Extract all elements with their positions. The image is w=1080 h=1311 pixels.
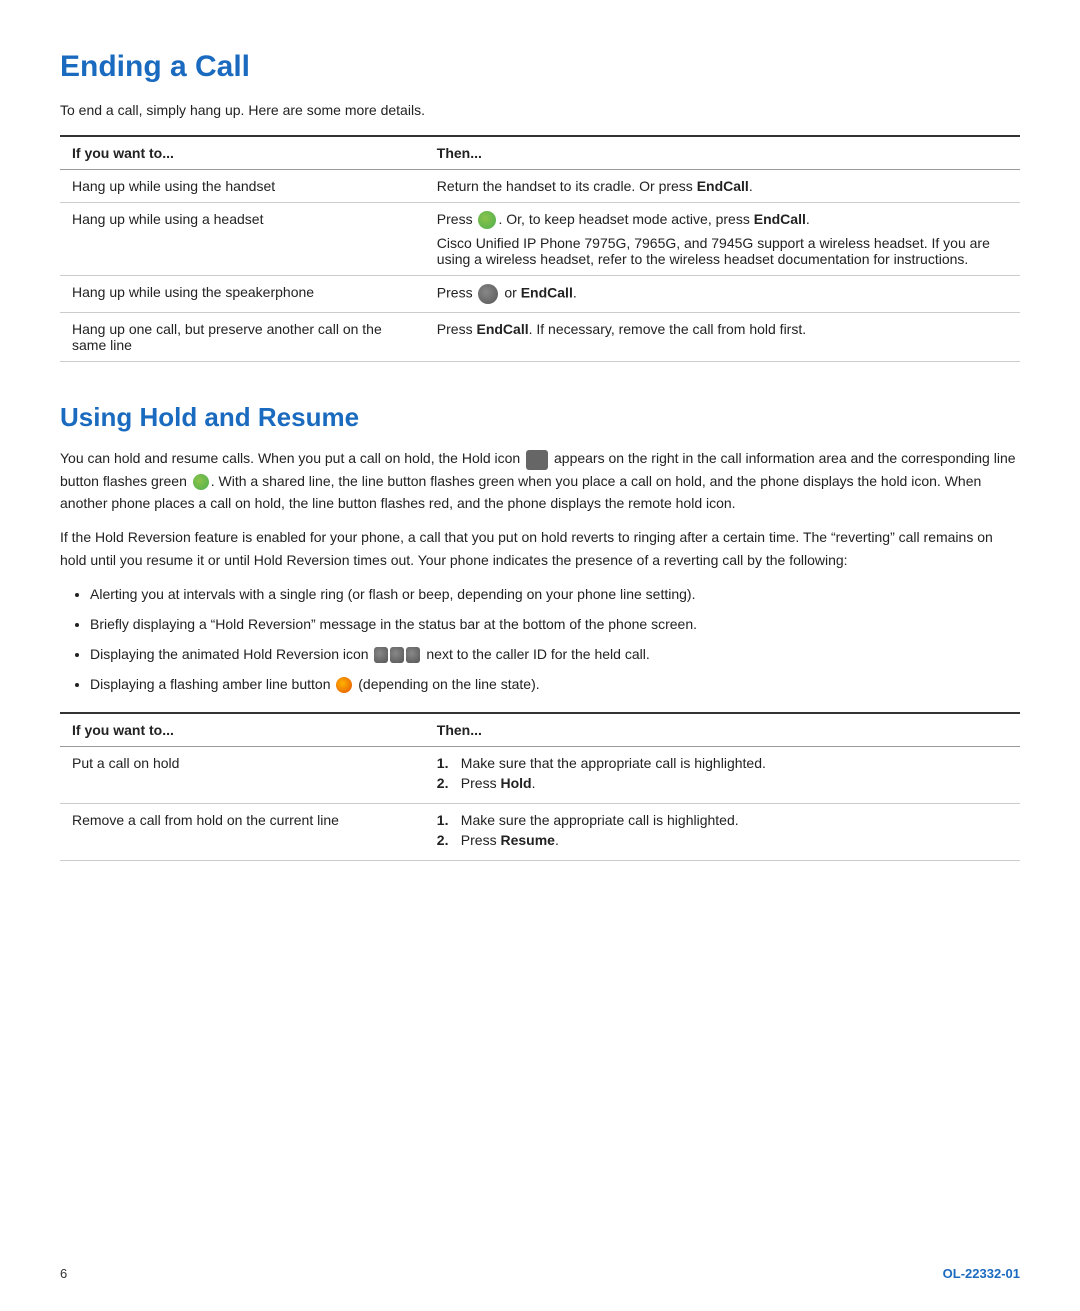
- section2-col2-header: Then...: [425, 713, 1020, 747]
- step-item: 2. Press Hold.: [437, 775, 1008, 791]
- section2-para1: You can hold and resume calls. When you …: [60, 447, 1020, 514]
- table-row: Put a call on hold 1. Make sure that the…: [60, 747, 1020, 804]
- page-footer: 6 OL-22332-01: [60, 1266, 1020, 1281]
- section2-para2: If the Hold Reversion feature is enabled…: [60, 526, 1020, 571]
- step-text: Make sure the appropriate call is highli…: [461, 812, 739, 828]
- row1-col1: Hang up while using the handset: [60, 170, 425, 203]
- section2-table: If you want to... Then... Put a call on …: [60, 712, 1020, 861]
- step-text: Make sure that the appropriate call is h…: [461, 755, 766, 771]
- step-number: 2.: [437, 832, 455, 848]
- headset-icon: [478, 211, 496, 229]
- section2-col1-header: If you want to...: [60, 713, 425, 747]
- list-item: Displaying the animated Hold Reversion i…: [90, 643, 1020, 667]
- row2-col2: Press . Or, to keep headset mode active,…: [425, 203, 1020, 276]
- row3-col2: Press or EndCall.: [425, 276, 1020, 313]
- step-item: 2. Press Resume.: [437, 832, 1008, 848]
- row4-col1: Hang up one call, but preserve another c…: [60, 313, 425, 362]
- row1-col2: Return the handset to its cradle. Or pre…: [425, 170, 1020, 203]
- doc-id: OL-22332-01: [943, 1266, 1020, 1281]
- section1-intro: To end a call, simply hang up. Here are …: [60, 100, 1020, 121]
- table-row: Hang up while using the handset Return t…: [60, 170, 1020, 203]
- section2-title: Using Hold and Resume: [60, 402, 1020, 433]
- step-number: 2.: [437, 775, 455, 791]
- table-row: Remove a call from hold on the current l…: [60, 804, 1020, 861]
- list-item: Alerting you at intervals with a single …: [90, 583, 1020, 607]
- step-number: 1.: [437, 755, 455, 771]
- section1-col2-header: Then...: [425, 136, 1020, 170]
- table-row: Hang up one call, but preserve another c…: [60, 313, 1020, 362]
- green-dot-icon: [193, 474, 209, 490]
- list-item: Displaying a flashing amber line button …: [90, 673, 1020, 697]
- amber-dot-icon: [336, 677, 352, 693]
- resume-col2: 1. Make sure the appropriate call is hig…: [425, 804, 1020, 861]
- row2-col1: Hang up while using a headset: [60, 203, 425, 276]
- step-item: 1. Make sure the appropriate call is hig…: [437, 812, 1008, 828]
- section1-table: If you want to... Then... Hang up while …: [60, 135, 1020, 362]
- section1-col1-header: If you want to...: [60, 136, 425, 170]
- section1-title: Ending a Call: [60, 50, 1020, 84]
- step-number: 1.: [437, 812, 455, 828]
- hold-col2: 1. Make sure that the appropriate call i…: [425, 747, 1020, 804]
- row3-col1: Hang up while using the speakerphone: [60, 276, 425, 313]
- table-row: Hang up while using a headset Press . Or…: [60, 203, 1020, 276]
- hold-icon: [526, 450, 548, 470]
- table-row: Hang up while using the speakerphone Pre…: [60, 276, 1020, 313]
- step-item: 1. Make sure that the appropriate call i…: [437, 755, 1008, 771]
- list-item: Briefly displaying a “Hold Reversion” me…: [90, 613, 1020, 637]
- speakerphone-icon: [478, 284, 498, 304]
- hold-animated-icon: [374, 647, 420, 663]
- hold-col1: Put a call on hold: [60, 747, 425, 804]
- row4-col2: Press EndCall. If necessary, remove the …: [425, 313, 1020, 362]
- section2-bullet-list: Alerting you at intervals with a single …: [90, 583, 1020, 696]
- step-text: Press Resume.: [461, 832, 559, 848]
- page-number: 6: [60, 1266, 67, 1281]
- step-text: Press Hold.: [461, 775, 536, 791]
- resume-col1: Remove a call from hold on the current l…: [60, 804, 425, 861]
